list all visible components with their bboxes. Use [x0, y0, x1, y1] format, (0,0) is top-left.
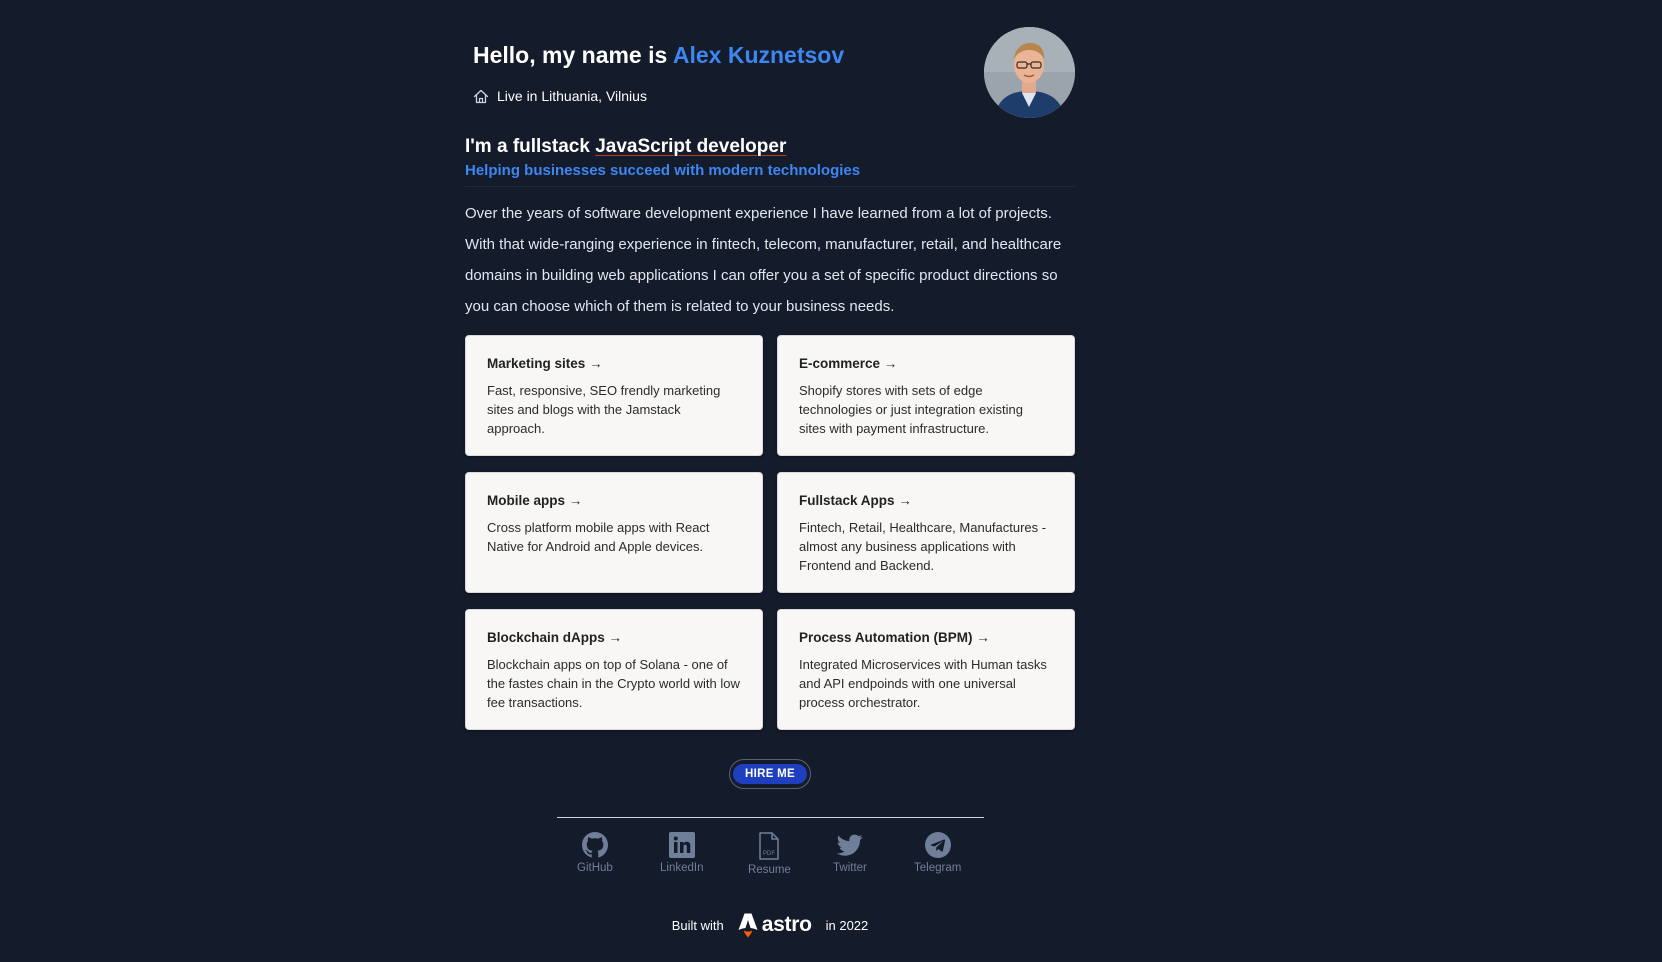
location: Live in Lithuania, Vilnius [473, 88, 647, 104]
social-label: Telegram [914, 862, 962, 874]
role-emphasis: JavaScript developer [595, 136, 787, 157]
social-label: LinkedIn [660, 862, 704, 874]
social-link-resume[interactable]: PDF Resume [748, 832, 791, 876]
home-icon [473, 89, 489, 104]
service-card-blockchain-dapps[interactable]: Blockchain dApps → Blockchain apps on to… [465, 609, 763, 730]
linkedin-icon [668, 832, 695, 862]
pdf-icon: PDF [757, 832, 781, 864]
subheadline: Helping businesses succeed with modern t… [465, 162, 861, 179]
greeting-text: Hello, my name is [473, 42, 668, 68]
service-description: Blockchain apps on top of Solana - one o… [487, 657, 740, 710]
social-link-twitter[interactable]: Twitter [833, 832, 867, 874]
footer-divider [557, 817, 984, 818]
social-label: GitHub [577, 862, 613, 874]
avatar [984, 27, 1075, 118]
service-description: Cross platform mobile apps with React Na… [487, 520, 710, 554]
role-prefix: I'm a fullstack [465, 136, 590, 157]
main-content: Hello, my name is Alex Kuznetsov Live in… [465, 0, 1075, 938]
twitter-icon [836, 832, 863, 862]
svg-text:PDF: PDF [763, 851, 775, 857]
author-name: Alex Kuznetsov [672, 42, 845, 68]
intro-header: Hello, my name is Alex Kuznetsov Live in… [465, 0, 1075, 130]
social-links: GitHub LinkedIn PDF Resume Twitter Teleg… [565, 832, 975, 882]
year-text: in 2022 [825, 917, 869, 933]
hire-me-outline: HIRE ME [729, 759, 811, 789]
divider [465, 186, 1075, 187]
astro-logo[interactable]: astro [738, 912, 812, 938]
service-card-e-commerce[interactable]: E-commerce → Shopify stores with sets of… [777, 335, 1075, 456]
social-link-github[interactable]: GitHub [577, 832, 613, 874]
service-description: Shopify stores with sets of edge technol… [799, 383, 1024, 436]
telegram-icon [924, 832, 951, 862]
github-icon [581, 832, 608, 862]
service-description: Fast, responsive, SEO frendly marketing … [487, 383, 721, 436]
service-card-marketing-sites[interactable]: Marketing sites → Fast, responsive, SEO … [465, 335, 763, 456]
astro-wordmark: astro [761, 913, 812, 936]
service-title: Blockchain dApps → [487, 630, 623, 645]
social-label: Twitter [833, 862, 867, 874]
built-with: Built with astro in 2022 [465, 912, 1075, 938]
role-headline: I'm a fullstack JavaScript developer [465, 136, 786, 158]
social-link-telegram[interactable]: Telegram [914, 832, 961, 874]
intro-paragraph: Over the years of software development e… [465, 205, 1062, 315]
services-grid: Marketing sites → Fast, responsive, SEO … [465, 335, 1075, 730]
service-card-fullstack-apps[interactable]: Fullstack Apps → Fintech, Retail, Health… [777, 472, 1075, 593]
service-description: Integrated Microservices with Human task… [799, 657, 1047, 710]
service-title: E-commerce → [799, 356, 898, 371]
service-card-mobile-apps[interactable]: Mobile apps → Cross platform mobile apps… [465, 472, 763, 593]
location-text: Live in Lithuania, Vilnius [497, 88, 647, 104]
greeting-heading: Hello, my name is Alex Kuznetsov [473, 42, 844, 69]
hire-me-button[interactable]: HIRE ME [732, 764, 808, 784]
service-card-process-automation[interactable]: Process Automation (BPM) → Integrated Mi… [777, 609, 1075, 730]
service-title: Marketing sites → [487, 356, 603, 371]
service-title: Fullstack Apps → [799, 493, 912, 508]
service-description: Fintech, Retail, Healthcare, Manufacture… [799, 520, 1047, 573]
service-title: Process Automation (BPM) → [799, 630, 990, 645]
service-title: Mobile apps → [487, 493, 583, 508]
page: Hello, my name is Alex Kuznetsov Live in… [0, 0, 1662, 962]
social-link-linkedin[interactable]: LinkedIn [660, 832, 703, 874]
social-label: Resume [748, 864, 791, 876]
built-with-text: Built with [671, 917, 724, 933]
astro-rocket-icon [738, 913, 758, 938]
